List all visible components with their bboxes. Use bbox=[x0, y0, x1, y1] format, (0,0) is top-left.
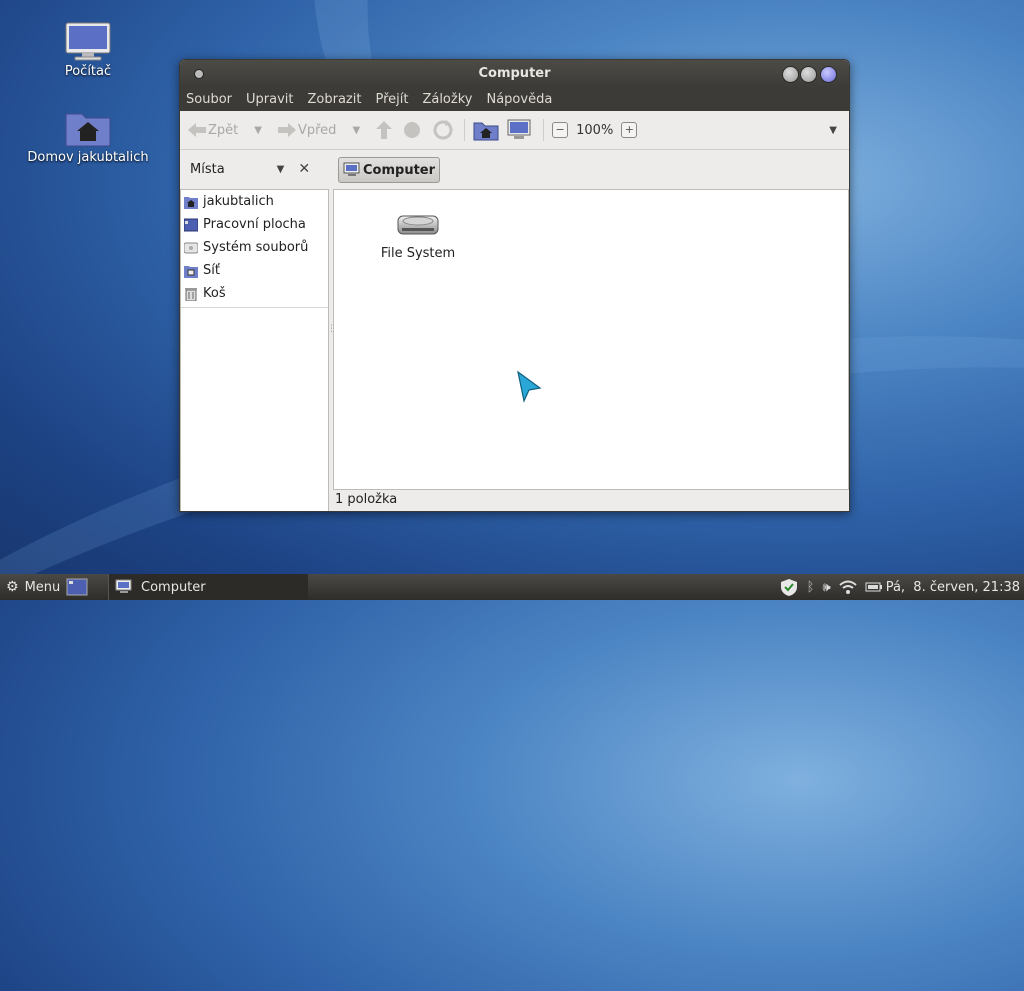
menu-upravit[interactable]: Upravit bbox=[246, 92, 293, 107]
status-text: 1 položka bbox=[335, 492, 398, 507]
taskbar: ⚙ Menu Computer ᛒ 🕪 Pá, 8. červen, 21:38 bbox=[0, 574, 1024, 600]
clock[interactable]: Pá, 8. červen, 21:38 bbox=[886, 580, 1020, 595]
arrow-left-icon bbox=[188, 123, 206, 137]
show-desktop-icon[interactable] bbox=[66, 578, 88, 596]
system-tray: ᛒ 🕪 Pá, 8. červen, 21:38 bbox=[771, 578, 1020, 596]
sidebar-item-desktop[interactable]: Pracovní plocha bbox=[181, 213, 328, 236]
sidebar-item-trash[interactable]: Koš bbox=[181, 282, 328, 305]
menu-soubor[interactable]: Soubor bbox=[186, 92, 232, 107]
desktop-icon bbox=[184, 218, 198, 231]
forward-dropdown-icon[interactable]: ▼ bbox=[352, 125, 360, 136]
arrow-up-icon[interactable] bbox=[374, 119, 394, 141]
arrow-right-icon bbox=[277, 123, 296, 137]
file-item-label: File System bbox=[380, 246, 456, 261]
sidebar-item-home[interactable]: jakubtalich bbox=[181, 190, 328, 213]
home-folder-icon[interactable] bbox=[473, 119, 499, 141]
computer-icon bbox=[343, 162, 360, 176]
menubar: Soubor Upravit Zobrazit Přejít Záložky N… bbox=[180, 88, 849, 111]
taskbar-window-computer[interactable]: Computer bbox=[108, 574, 308, 600]
places-dropdown-icon[interactable]: ▼ bbox=[277, 164, 285, 175]
location-bar: Místa ▼ ✕ Computer bbox=[180, 150, 849, 188]
network-icon bbox=[184, 265, 198, 278]
trash-icon bbox=[185, 287, 197, 301]
start-menu-button[interactable]: ⚙ Menu bbox=[6, 578, 88, 596]
sidebar-item-label: Koš bbox=[203, 286, 226, 301]
sidebar-item-label: jakubtalich bbox=[203, 194, 274, 209]
zoom-in-button[interactable]: + bbox=[621, 122, 638, 138]
forward-label: Vpřed bbox=[297, 122, 337, 138]
toolbar: Zpět ▼ Vpřed ▼ − 100% + ▼ bbox=[180, 111, 849, 150]
drive-icon bbox=[184, 242, 198, 253]
desktop-icon-label: Počítač bbox=[64, 64, 112, 79]
status-bar: 1 položka bbox=[333, 490, 849, 510]
desktop-icon-home[interactable]: Domov jakubtalich bbox=[23, 108, 153, 165]
sidebar-item-network[interactable]: Síť bbox=[181, 259, 328, 282]
toolbar-separator bbox=[543, 119, 545, 141]
zoom-out-button[interactable]: − bbox=[552, 122, 569, 138]
sidebar-item-label: Pracovní plocha bbox=[203, 217, 306, 232]
file-manager-window: Computer Soubor Upravit Zobrazit Přejít … bbox=[179, 59, 850, 512]
stop-icon[interactable] bbox=[394, 119, 430, 141]
computer-icon[interactable] bbox=[505, 119, 535, 141]
close-sidebar-icon[interactable]: ✕ bbox=[298, 161, 310, 177]
menu-napoveda[interactable]: Nápověda bbox=[486, 92, 552, 107]
titlebar[interactable]: Computer bbox=[180, 60, 849, 88]
places-header: Místa ▼ ✕ bbox=[180, 161, 330, 177]
zoom-level: 100% bbox=[576, 122, 614, 138]
maximize-button[interactable] bbox=[800, 66, 817, 83]
forward-button[interactable]: Vpřed bbox=[276, 121, 336, 139]
shield-icon[interactable] bbox=[779, 578, 799, 596]
back-dropdown-icon[interactable]: ▼ bbox=[254, 125, 262, 136]
sidebar-item-label: Síť bbox=[203, 263, 220, 278]
menu-prejit[interactable]: Přejít bbox=[375, 92, 408, 107]
computer-icon bbox=[115, 579, 132, 593]
harddisk-icon bbox=[397, 215, 439, 235]
file-view[interactable]: File System bbox=[333, 189, 849, 490]
menu-zobrazit[interactable]: Zobrazit bbox=[307, 92, 361, 107]
window-title: Computer bbox=[478, 66, 551, 81]
home-icon bbox=[184, 196, 198, 209]
desktop-icon-label: Domov jakubtalich bbox=[27, 150, 149, 165]
gear-icon: ⚙ bbox=[6, 579, 19, 595]
places-title: Místa bbox=[190, 161, 225, 177]
places-sidebar: jakubtalich Pracovní plocha Systém soubo… bbox=[180, 189, 329, 511]
menu-zalozky[interactable]: Záložky bbox=[422, 92, 472, 107]
battery-icon[interactable] bbox=[865, 581, 883, 593]
desktop-icon-computer[interactable]: Počítač bbox=[23, 22, 153, 79]
taskbar-window-label: Computer bbox=[141, 579, 206, 595]
toolbar-overflow-icon[interactable]: ▼ bbox=[829, 125, 837, 136]
sidebar-item-filesystem[interactable]: Systém souborů bbox=[181, 236, 328, 259]
bluetooth-icon[interactable]: ᛒ bbox=[807, 580, 815, 595]
back-button[interactable]: Zpět bbox=[186, 121, 238, 139]
back-label: Zpět bbox=[208, 122, 239, 138]
close-button[interactable] bbox=[820, 66, 837, 83]
file-item-filesystem[interactable]: File System bbox=[370, 204, 466, 261]
wifi-icon[interactable] bbox=[839, 579, 857, 595]
breadcrumb-label: Computer bbox=[363, 162, 436, 178]
computer-icon bbox=[65, 22, 111, 61]
reload-icon[interactable] bbox=[430, 119, 456, 141]
breadcrumb-computer[interactable]: Computer bbox=[338, 157, 441, 183]
toolbar-separator bbox=[464, 119, 466, 141]
minimize-button[interactable] bbox=[782, 66, 799, 83]
volume-icon[interactable]: 🕪 bbox=[822, 580, 830, 595]
start-menu-label: Menu bbox=[24, 579, 61, 595]
sidebar-separator bbox=[181, 307, 328, 308]
mouse-cursor-icon bbox=[517, 370, 542, 403]
home-folder-icon bbox=[65, 113, 111, 147]
sidebar-item-label: Systém souborů bbox=[203, 240, 309, 255]
